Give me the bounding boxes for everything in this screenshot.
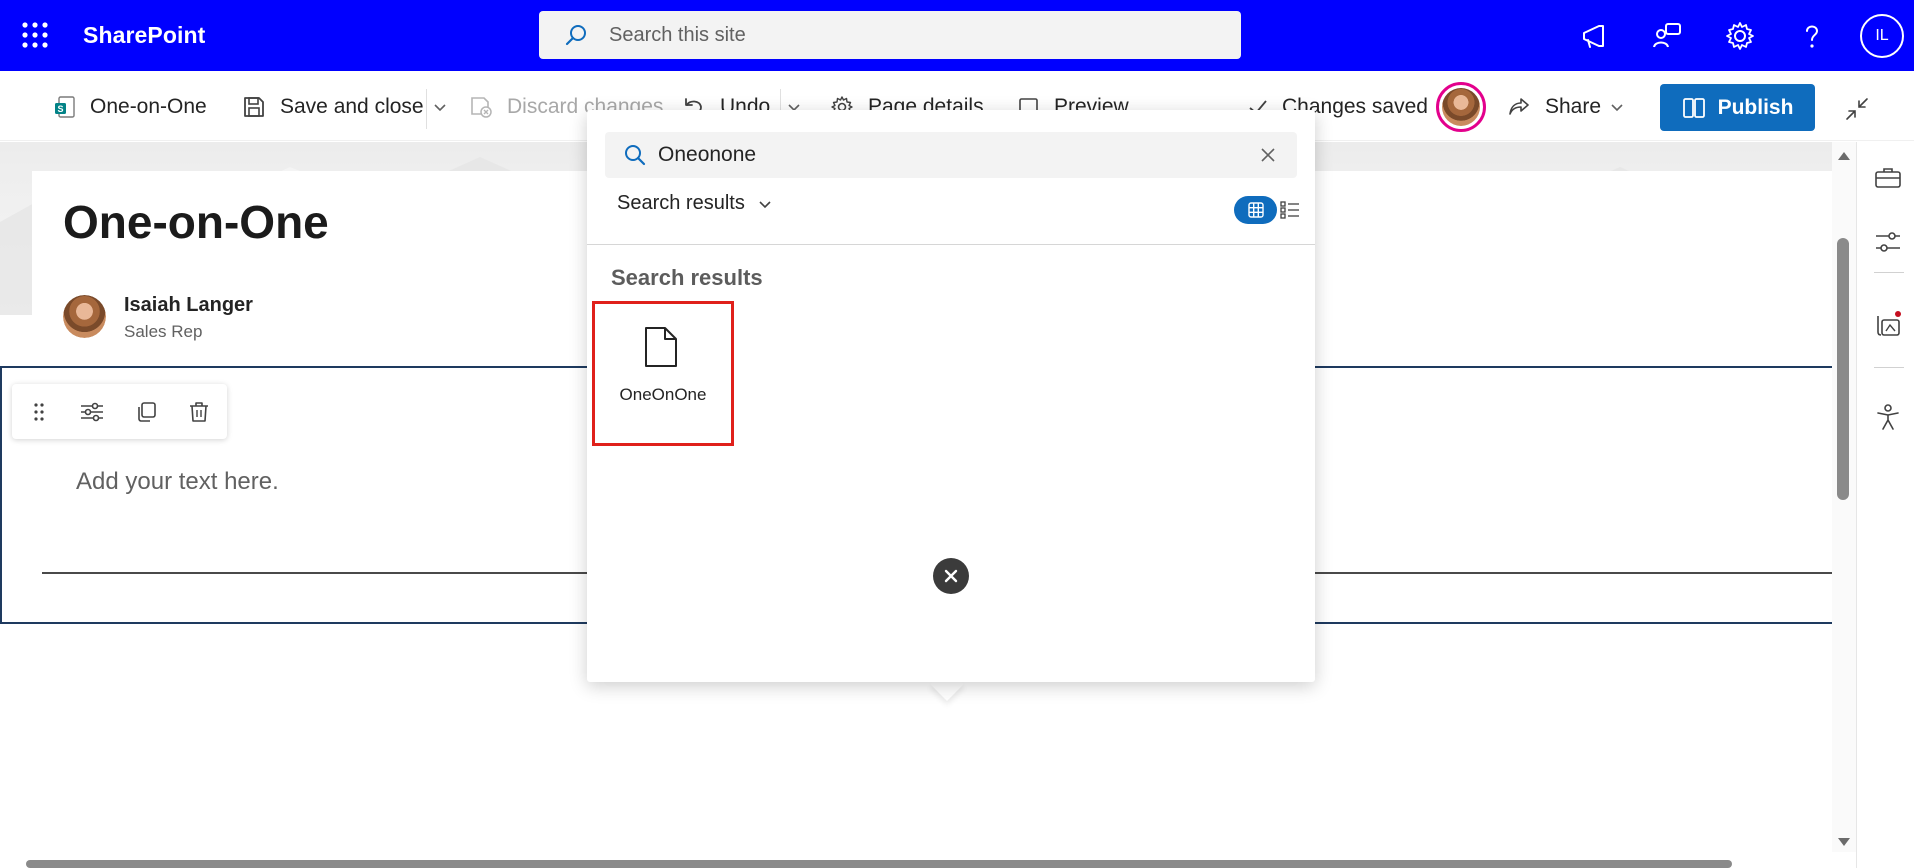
vertical-scroll-thumb[interactable] — [1837, 238, 1849, 500]
edit-properties-icon[interactable] — [77, 397, 107, 427]
svg-text:S: S — [57, 104, 63, 114]
discard-icon — [467, 93, 495, 121]
save-options-chevron[interactable] — [432, 91, 448, 123]
publish-button[interactable]: Publish — [1660, 84, 1815, 131]
book-icon — [1682, 97, 1718, 119]
site-search-box[interactable] — [539, 11, 1241, 59]
collapse-icon — [1844, 96, 1870, 122]
current-user-avatar[interactable] — [1436, 82, 1486, 132]
gear-icon[interactable] — [1724, 20, 1756, 52]
text-placeholder[interactable]: Add your text here. — [76, 468, 279, 496]
chevron-down-icon — [1609, 99, 1625, 115]
share-label: Share — [1545, 95, 1602, 118]
megaphone-icon[interactable] — [1579, 20, 1611, 52]
divider — [426, 89, 427, 129]
avatar-photo — [63, 295, 106, 338]
collapse-button[interactable] — [1844, 93, 1870, 125]
share-button[interactable]: Share — [1505, 91, 1601, 123]
rail-divider — [1874, 367, 1904, 368]
grid-view-toggle[interactable] — [1234, 196, 1277, 224]
author-avatar[interactable] — [63, 295, 106, 338]
clear-search-icon[interactable] — [1259, 146, 1277, 164]
suite-bar: SharePoint IL — [0, 0, 1914, 71]
app-brand[interactable]: SharePoint — [83, 22, 205, 49]
page-title[interactable]: One-on-One — [63, 195, 329, 249]
design-ideas-icon[interactable] — [1873, 310, 1903, 340]
toolbox-icon[interactable] — [1873, 163, 1903, 193]
web-part-toolbar — [12, 384, 227, 439]
page-name-button[interactable]: S One-on-One — [54, 91, 207, 123]
accessibility-icon[interactable] — [1873, 402, 1903, 432]
sharepoint-page-icon: S — [54, 93, 76, 121]
drag-handle-icon[interactable] — [24, 397, 54, 427]
save-and-close-label: Save and close — [280, 95, 424, 118]
toolbox-divider — [587, 244, 1315, 245]
site-search-input[interactable] — [609, 19, 1209, 51]
horizontal-scroll-thumb[interactable] — [26, 860, 1732, 868]
save-icon — [240, 93, 268, 121]
chevron-down-icon — [745, 196, 773, 212]
toolbox-search-box[interactable] — [605, 132, 1297, 178]
share-icon — [1505, 93, 1533, 121]
delete-icon[interactable] — [184, 397, 214, 427]
results-filter-label: Search results — [617, 192, 745, 214]
chevron-down-icon — [432, 99, 448, 115]
rail-divider — [1874, 272, 1904, 273]
duplicate-icon[interactable] — [131, 397, 161, 427]
toolbox-search-input[interactable] — [658, 139, 1238, 171]
grid-icon — [1247, 202, 1264, 218]
author-name: Isaiah Langer — [124, 294, 253, 316]
settings-sliders-icon[interactable] — [1873, 227, 1903, 257]
list-view-icon[interactable] — [1280, 200, 1300, 220]
avatar-photo — [1442, 88, 1480, 126]
search-icon — [564, 23, 588, 47]
share-options-chevron[interactable] — [1609, 91, 1625, 123]
search-icon — [623, 143, 647, 167]
close-toolbox-button[interactable] — [933, 558, 969, 594]
account-avatar[interactable]: IL — [1860, 14, 1904, 58]
result-item-label: OneOnOne — [619, 385, 707, 404]
page-name-label: One-on-One — [90, 95, 207, 118]
help-icon[interactable] — [1796, 20, 1828, 52]
results-filter-dropdown[interactable]: Search results — [617, 192, 773, 215]
save-and-close-button[interactable]: Save and close — [240, 91, 424, 123]
app-launcher-icon[interactable] — [20, 20, 50, 50]
document-icon — [643, 325, 679, 369]
result-item-oneonone[interactable]: OneOnOne — [592, 301, 734, 446]
publish-label: Publish — [1717, 95, 1794, 119]
author-role: Sales Rep — [124, 322, 203, 341]
people-icon[interactable] — [1652, 20, 1684, 52]
results-heading: Search results — [611, 265, 763, 290]
